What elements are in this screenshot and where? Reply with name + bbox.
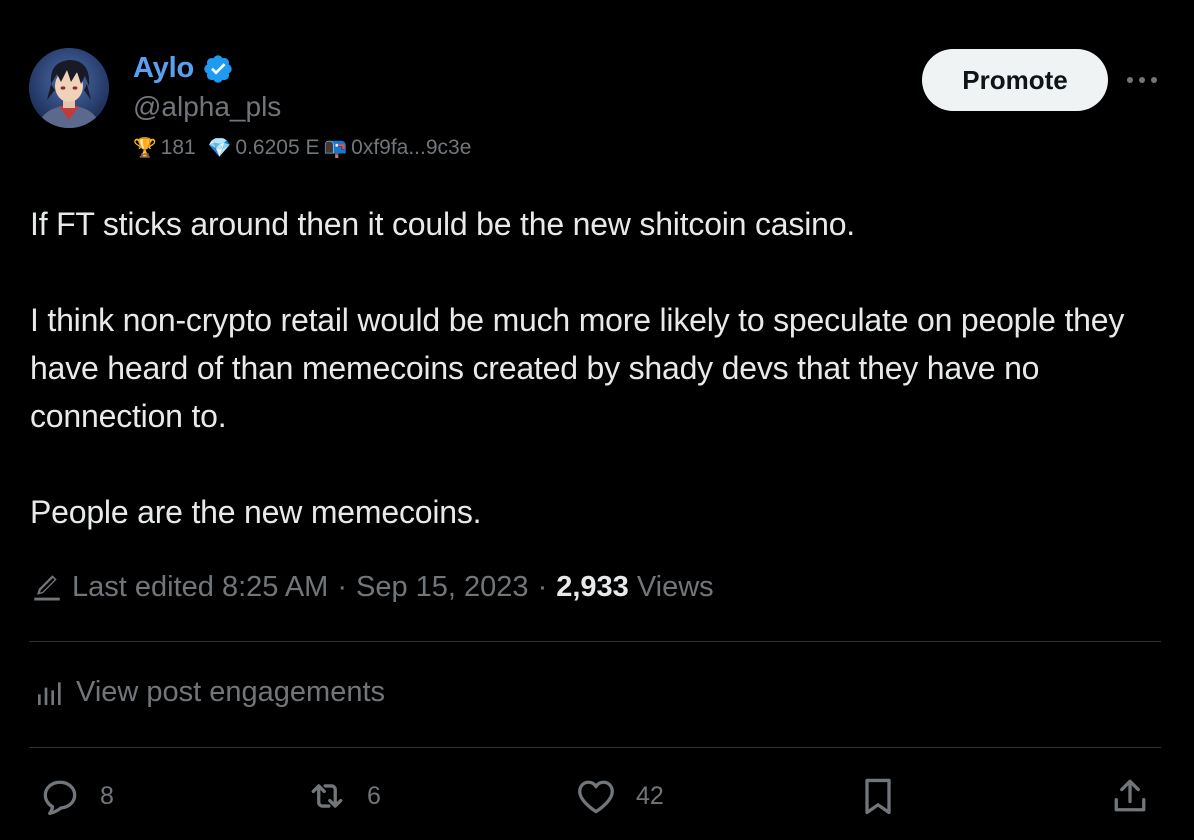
repost-icon [311, 784, 343, 808]
heart-icon [578, 780, 614, 814]
profile-stats: 🏆 181 💎 0.6205 E 📭 0xf9fa...9c3e [133, 136, 471, 160]
divider [29, 747, 1161, 748]
trophy-count: 181 [160, 136, 196, 159]
diamond-icon: 💎 [207, 137, 232, 159]
repost-count: 6 [367, 781, 381, 810]
like-count: 42 [636, 781, 664, 810]
repost-button[interactable]: 6 [305, 774, 381, 818]
author-handle[interactable]: @alpha_pls [133, 91, 281, 123]
mailbox-icon: 📭 [323, 137, 348, 159]
tweet-text: If FT sticks around then it could be the… [30, 200, 1160, 536]
more-dots-icon [1127, 77, 1157, 83]
tweet-meta: Last edited 8:25 AM · Sep 15, 2023 · 2,9… [30, 570, 714, 604]
edit-pencil-icon [34, 575, 60, 601]
analytics-icon [38, 681, 61, 705]
author-name-row[interactable]: Aylo [133, 52, 234, 85]
divider [29, 641, 1161, 642]
tweet-paragraph: People are the new memecoins. [30, 494, 482, 530]
reply-count: 8 [100, 781, 114, 810]
share-button[interactable] [1108, 774, 1152, 818]
avatar[interactable] [29, 48, 109, 128]
reply-button[interactable]: 8 [38, 774, 114, 818]
tweet-paragraph: If FT sticks around then it could be the… [30, 206, 855, 242]
post-date[interactable]: Sep 15, 2023 [356, 571, 529, 604]
eth-value: 0.6205 E [235, 136, 320, 159]
bookmark-icon [865, 778, 891, 815]
engagements-label: View post engagements [76, 676, 386, 708]
trophy-icon: 🏆 [133, 137, 157, 159]
views-count: 2,933 [556, 570, 629, 603]
views-label: Views [636, 570, 714, 603]
display-name[interactable]: Aylo [133, 52, 194, 85]
tweet-card: Aylo @alpha_pls 🏆 181 💎 0.6205 E 📭 0xf9f… [0, 0, 1194, 840]
reply-icon [43, 780, 77, 816]
tweet-paragraph: I think non-crypto retail would be much … [30, 302, 1125, 434]
meta-separator: · [537, 570, 548, 603]
meta-separator: · [337, 570, 348, 603]
share-icon [1114, 779, 1146, 812]
wallet-address: 0xf9fa...9c3e [351, 136, 472, 159]
anime-avatar-icon [29, 48, 109, 128]
view-engagements-link[interactable]: View post engagements [34, 676, 385, 709]
more-options-button[interactable] [1124, 66, 1160, 94]
last-edited-link[interactable]: Last edited 8:25 AM [72, 571, 328, 604]
like-button[interactable]: 42 [574, 774, 664, 818]
bookmark-button[interactable] [856, 774, 900, 818]
verified-badge-icon [204, 54, 232, 83]
promote-button[interactable]: Promote [922, 49, 1108, 111]
